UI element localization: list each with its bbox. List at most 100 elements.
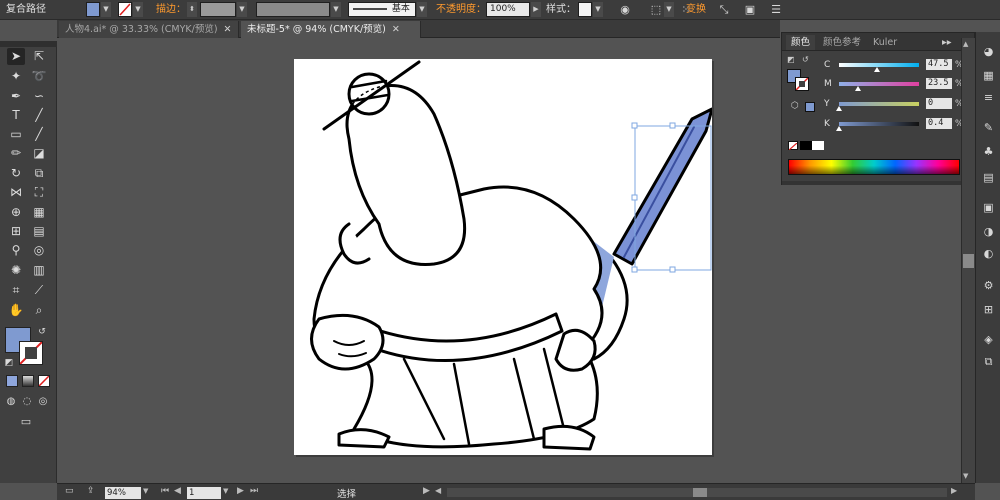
channel-value[interactable]: 0 bbox=[926, 98, 952, 109]
stroke-label[interactable]: 描边： bbox=[156, 2, 186, 17]
close-icon[interactable]: ✕ bbox=[224, 24, 232, 35]
align-dropdown-icon[interactable]: ▼ bbox=[664, 2, 674, 17]
gradient-panel-icon[interactable]: ▣ bbox=[981, 200, 996, 215]
gradient-icon[interactable]: ▤ bbox=[30, 223, 48, 240]
scroll-thumb[interactable] bbox=[963, 254, 974, 268]
hand-icon[interactable]: ✋ bbox=[7, 302, 25, 319]
panel-resize-grip[interactable] bbox=[782, 181, 974, 185]
scroll-up-icon[interactable]: ▲ bbox=[963, 40, 968, 48]
close-icon[interactable]: ✕ bbox=[392, 24, 400, 35]
mesh-icon[interactable]: ⊞ bbox=[7, 223, 25, 240]
selection-icon[interactable]: ➤ bbox=[7, 48, 25, 65]
paintbrush-icon[interactable]: ╱ bbox=[30, 126, 48, 143]
pen-icon[interactable]: ✒ bbox=[7, 88, 25, 105]
opacity-field[interactable]: 100% bbox=[486, 2, 530, 17]
pencil-icon[interactable]: ✏ bbox=[7, 145, 25, 162]
artboards-icon[interactable]: ⧉ bbox=[981, 354, 996, 369]
white-swatch[interactable] bbox=[812, 141, 824, 150]
recolor-icon[interactable]: ◉ bbox=[617, 2, 633, 17]
slider-track[interactable] bbox=[839, 82, 919, 86]
align-selection-icon[interactable]: ⬚ bbox=[648, 2, 664, 17]
scale-icon[interactable]: ⧉ bbox=[30, 165, 48, 182]
curvature-icon[interactable]: ∽ bbox=[30, 88, 48, 105]
rectangle-icon[interactable]: ▭ bbox=[7, 126, 25, 143]
style-swatch[interactable] bbox=[578, 2, 592, 17]
menu-icon[interactable]: ▭ bbox=[65, 486, 74, 496]
stroke-weight-field[interactable] bbox=[200, 2, 236, 17]
zoom-dropdown-icon[interactable]: ▼ bbox=[143, 487, 148, 495]
draw-behind-icon[interactable]: ◌ bbox=[20, 393, 34, 410]
style-dropdown-icon[interactable]: ▼ bbox=[593, 2, 603, 17]
screen-mode-icon[interactable]: ▭ bbox=[15, 413, 37, 430]
type-icon[interactable]: T bbox=[7, 107, 25, 124]
slider-m[interactable]: M 23.5 % bbox=[782, 78, 974, 91]
fill-swatch[interactable] bbox=[86, 2, 100, 17]
status-menu-icon[interactable]: ▶ bbox=[423, 486, 430, 496]
appearance-icon[interactable]: ◐ bbox=[981, 246, 996, 261]
draw-normal-icon[interactable]: ◍ bbox=[4, 393, 18, 410]
arrange-icon[interactable]: ▣ bbox=[742, 2, 758, 17]
black-swatch[interactable] bbox=[800, 141, 812, 150]
brush-dropdown-icon[interactable]: ▼ bbox=[331, 2, 341, 17]
stroke-dropdown-icon[interactable]: ▼ bbox=[133, 2, 143, 17]
gradient-mode-icon[interactable] bbox=[22, 375, 34, 387]
stroke-icon[interactable]: ≡ bbox=[981, 90, 996, 105]
slider-track[interactable] bbox=[839, 122, 919, 126]
tab-color[interactable]: 颜色 bbox=[786, 35, 816, 50]
transparency-icon[interactable]: ◑ bbox=[981, 224, 996, 239]
draw-inside-icon[interactable]: ◎ bbox=[36, 393, 50, 410]
transform-label[interactable]: 变换 bbox=[686, 2, 706, 17]
horizontal-scrollbar[interactable] bbox=[447, 488, 947, 497]
shape-builder-icon[interactable]: ⊕ bbox=[7, 204, 25, 221]
profile-dropdown-icon[interactable]: ▼ bbox=[417, 2, 427, 17]
opacity-label[interactable]: 不透明度： bbox=[436, 2, 486, 17]
stroke-profile-field[interactable]: 基本 bbox=[348, 2, 416, 17]
default-colors-icon[interactable]: ◩ bbox=[3, 355, 15, 372]
lasso-icon[interactable]: ➰ bbox=[30, 68, 48, 85]
tab-color-guide[interactable]: 颜色参考 bbox=[818, 35, 866, 50]
slider-thumb[interactable] bbox=[854, 86, 861, 91]
artboard-icon[interactable]: ⌗ bbox=[7, 282, 25, 299]
artboard-number-field[interactable]: 1 bbox=[187, 487, 221, 499]
slice-icon[interactable]: ⟋ bbox=[30, 282, 48, 299]
blend-icon[interactable]: ◎ bbox=[30, 242, 48, 259]
next-artboard-icon[interactable]: ▶ bbox=[237, 486, 244, 496]
slider-thumb[interactable] bbox=[836, 106, 842, 111]
align-icon[interactable]: ⚙ bbox=[981, 278, 996, 293]
channel-value[interactable]: 47.5 bbox=[926, 59, 952, 70]
stroke-swatch[interactable] bbox=[118, 2, 132, 17]
panel-grip[interactable] bbox=[0, 41, 57, 47]
tab-document-1[interactable]: 人物4.ai* @ 33.33% (CMYK/预览) ✕ bbox=[59, 21, 239, 38]
share-icon[interactable]: ⇪ bbox=[87, 486, 95, 496]
channel-value[interactable]: 23.5 bbox=[926, 78, 952, 89]
artboard[interactable] bbox=[294, 59, 714, 455]
scroll-right-icon[interactable]: ▶ bbox=[951, 486, 957, 495]
eraser-icon[interactable]: ◪ bbox=[30, 145, 48, 162]
tab-kuler[interactable]: Kuler bbox=[868, 35, 902, 50]
vertical-scrollbar[interactable]: ▲ ▼ bbox=[961, 38, 975, 484]
isolate-icon[interactable]: ⤡ bbox=[716, 2, 732, 17]
fill-dropdown-icon[interactable]: ▼ bbox=[101, 2, 111, 17]
graphic-styles-icon[interactable]: ▤ bbox=[981, 170, 996, 185]
rotate-icon[interactable]: ↻ bbox=[7, 165, 25, 182]
collapse-panel-icon[interactable]: ▸▸ bbox=[937, 35, 957, 50]
eyedropper-icon[interactable]: ⚲ bbox=[7, 242, 25, 259]
slider-c[interactable]: C 47.5 % bbox=[782, 59, 974, 72]
layers-icon[interactable]: ◈ bbox=[981, 332, 996, 347]
none-swatch[interactable] bbox=[788, 141, 798, 151]
none-mode-icon[interactable] bbox=[38, 375, 50, 387]
magic-wand-icon[interactable]: ✦ bbox=[7, 68, 25, 85]
symbols-icon[interactable]: ♣ bbox=[981, 144, 996, 159]
width-icon[interactable]: ⋈ bbox=[7, 184, 25, 201]
brushes-icon[interactable]: ✎ bbox=[981, 120, 996, 135]
first-artboard-icon[interactable]: ⏮ bbox=[161, 486, 169, 496]
free-transform-icon[interactable]: ⛶ bbox=[30, 184, 48, 201]
tab-document-2[interactable]: 未标题-5* @ 94% (CMYK/预览) ✕ bbox=[241, 21, 421, 38]
slider-track[interactable] bbox=[839, 102, 919, 106]
line-icon[interactable]: ╱ bbox=[30, 107, 48, 124]
prev-artboard-icon[interactable]: ◀ bbox=[174, 486, 181, 496]
last-artboard-icon[interactable]: ⏭ bbox=[250, 486, 258, 496]
slider-y[interactable]: Y 0 % bbox=[782, 98, 974, 111]
graph-icon[interactable]: ▥ bbox=[30, 262, 48, 279]
color-icon[interactable]: ◕ bbox=[981, 44, 996, 59]
